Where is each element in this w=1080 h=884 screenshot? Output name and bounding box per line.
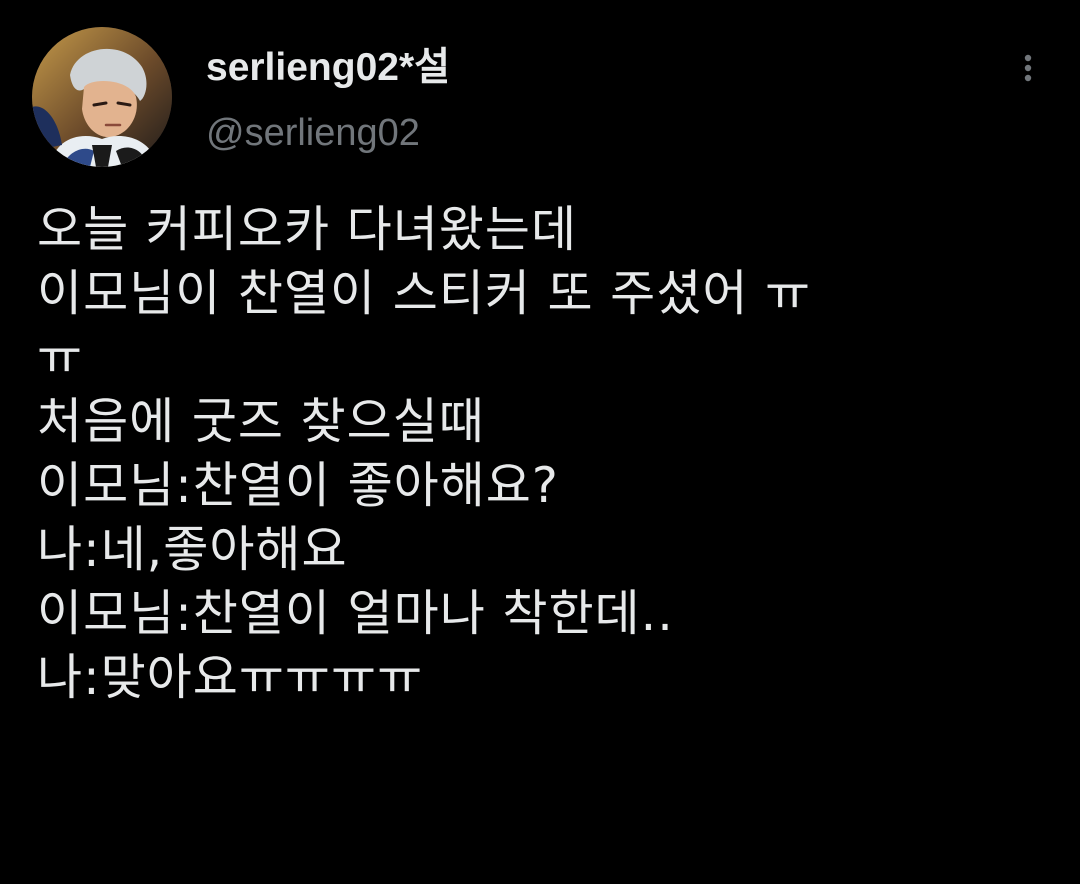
more-options-button[interactable] bbox=[1008, 44, 1048, 92]
tweet-text-line: 나:맞아요ㅠㅠㅠㅠ bbox=[37, 649, 424, 706]
tweet-text-line: 나:네,좋아해요 bbox=[37, 521, 348, 578]
avatar-image bbox=[32, 27, 172, 167]
tweet-text: 오늘 커피오카 다녀왔는데 이모님이 찬열이 스티커 또 주셨어 ㅠ ㅠ 처음에… bbox=[37, 198, 1047, 710]
tweet-text-line: ㅠ bbox=[37, 329, 84, 386]
author-display-name[interactable]: serlieng02*설 bbox=[206, 44, 450, 92]
tweet-text-line: 이모님:찬열이 좋아해요? bbox=[37, 457, 559, 514]
more-vertical-icon bbox=[1024, 54, 1032, 82]
tweet-text-line: 이모님:찬열이 얼마나 착한데.. bbox=[37, 585, 674, 642]
avatar[interactable] bbox=[32, 27, 172, 167]
author-handle[interactable]: @serlieng02 bbox=[206, 110, 420, 156]
tweet-text-line: 오늘 커피오카 다녀왔는데 bbox=[37, 201, 578, 258]
tweet-text-line: 이모님이 찬열이 스티커 또 주셨어 ㅠ bbox=[37, 265, 812, 322]
tweet-text-line: 처음에 굿즈 찾으실때 bbox=[37, 393, 485, 450]
tweet: serlieng02*설 @serlieng02 오늘 커피오카 다녀왔는데 이… bbox=[0, 0, 1080, 884]
